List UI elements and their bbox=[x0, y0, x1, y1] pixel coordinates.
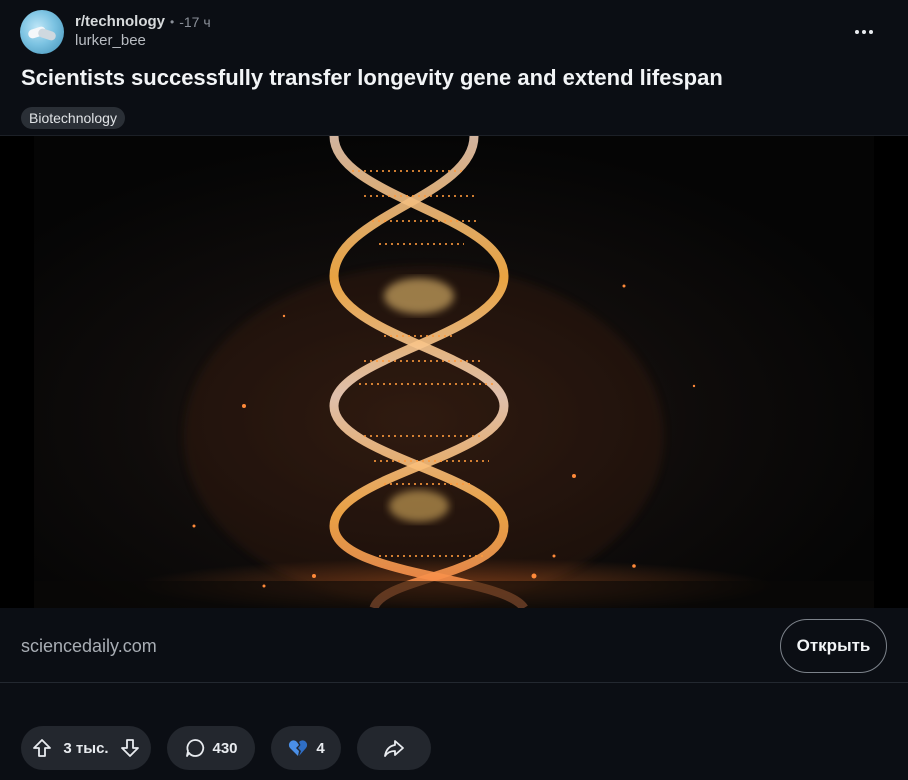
post-actions: 3 тыс. 430 4 bbox=[21, 726, 431, 770]
post-image[interactable] bbox=[0, 135, 908, 608]
post-header: r/technology • -17 ч lurker_bee bbox=[20, 10, 888, 56]
open-link-button[interactable]: Открыть bbox=[780, 619, 887, 673]
post-flair[interactable]: Biotechnology bbox=[21, 107, 125, 129]
separator-dot: • bbox=[170, 14, 175, 29]
award-button[interactable]: 4 bbox=[271, 726, 341, 770]
share-arrow-icon bbox=[382, 737, 406, 759]
link-domain[interactable]: sciencedaily.com bbox=[21, 636, 157, 657]
broken-heart-icon bbox=[287, 738, 309, 758]
post-meta: r/technology • -17 ч lurker_bee bbox=[75, 13, 211, 49]
arrow-down-icon[interactable] bbox=[119, 737, 141, 759]
share-button[interactable] bbox=[357, 726, 431, 770]
comments-button[interactable]: 430 bbox=[167, 726, 255, 770]
dna-helix-image bbox=[34, 136, 874, 608]
vote-count: 3 тыс. bbox=[63, 739, 109, 757]
post-time: -17 ч bbox=[179, 13, 211, 30]
award-count: 4 bbox=[316, 739, 325, 757]
arrow-up-icon[interactable] bbox=[31, 737, 53, 759]
vote-group: 3 тыс. bbox=[21, 726, 151, 770]
subreddit-avatar[interactable] bbox=[20, 10, 64, 54]
comment-count: 430 bbox=[212, 739, 238, 757]
more-options-icon[interactable] bbox=[852, 20, 876, 44]
comment-bubble-icon bbox=[184, 737, 206, 759]
post-title[interactable]: Scientists successfully transfer longevi… bbox=[21, 64, 888, 92]
subreddit-link[interactable]: r/technology bbox=[75, 13, 165, 30]
author-link[interactable]: lurker_bee bbox=[75, 32, 211, 49]
link-preview-bar: sciencedaily.com Открыть bbox=[0, 608, 908, 683]
